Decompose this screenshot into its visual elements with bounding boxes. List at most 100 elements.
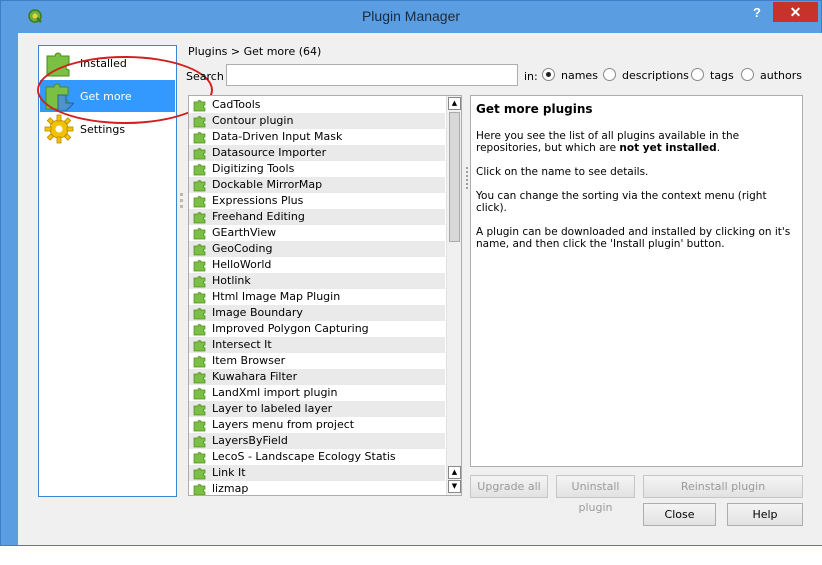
- plugin-name: Freehand Editing: [212, 210, 305, 223]
- plugin-name: Html Image Map Plugin: [212, 290, 341, 303]
- plugin-list-scrollbar[interactable]: ▲ ▲ ▼: [446, 96, 461, 495]
- details-title: Get more plugins: [476, 102, 593, 116]
- puzzle-icon: [193, 196, 206, 208]
- details-bold-text: not yet installed: [619, 142, 717, 154]
- plugin-list-item[interactable]: Improved Polygon Capturing: [189, 321, 445, 337]
- plugin-list-item[interactable]: Expressions Plus: [189, 193, 445, 209]
- plugin-list-item[interactable]: CadTools: [189, 97, 445, 113]
- plugin-list-item[interactable]: lizmap: [189, 481, 445, 495]
- reinstall-plugin-button[interactable]: Reinstall plugin: [643, 475, 803, 498]
- search-in-label: in:: [524, 70, 538, 83]
- plugin-list-item[interactable]: LandXml import plugin: [189, 385, 445, 401]
- breadcrumb: Plugins > Get more (64): [188, 45, 322, 58]
- puzzle-icon: [193, 324, 206, 336]
- puzzle-icon: [193, 244, 206, 256]
- plugin-name: Improved Polygon Capturing: [212, 322, 369, 335]
- details-paragraph-1: Here you see the list of all plugins ava…: [476, 130, 797, 154]
- puzzle-icon: [193, 308, 206, 320]
- radio-label-tags: tags: [710, 69, 734, 82]
- plugin-list-item[interactable]: Kuwahara Filter: [189, 369, 445, 385]
- plugin-list-item[interactable]: Link It: [189, 465, 445, 481]
- plugin-name: CadTools: [212, 98, 261, 111]
- puzzle-icon: [193, 100, 206, 112]
- window-close-button[interactable]: ✕: [773, 2, 818, 22]
- scroll-up-button[interactable]: ▲: [448, 97, 461, 110]
- plugin-list-item[interactable]: HelloWorld: [189, 257, 445, 273]
- plugin-list-item[interactable]: Layer to labeled layer: [189, 401, 445, 417]
- radio-authors[interactable]: [741, 68, 754, 81]
- plugin-name: Datasource Importer: [212, 146, 327, 159]
- sidebar-item-get-more[interactable]: Get more: [40, 80, 175, 112]
- plugin-list[interactable]: CadTools Contour plugin Data-Driven Input …: [188, 95, 462, 496]
- uninstall-plugin-button[interactable]: Uninstall plugin: [556, 475, 635, 514]
- plugin-list-item[interactable]: Image Boundary: [189, 305, 445, 321]
- radio-label-names: names: [561, 69, 598, 82]
- plugin-list-item[interactable]: Item Browser: [189, 353, 445, 369]
- plugin-manager-window: Plugin Manager ? ✕ Installed Get more Se…: [0, 0, 822, 546]
- sidebar-splitter-grip: [180, 199, 183, 202]
- plugin-list-item[interactable]: Intersect It: [189, 337, 445, 353]
- plugin-list-item[interactable]: Data-Driven Input Mask: [189, 129, 445, 145]
- puzzle-icon: [193, 468, 206, 480]
- puzzle-icon: [193, 148, 206, 160]
- puzzle-icon: [193, 292, 206, 304]
- plugin-details-panel: Get more plugins Here you see the list o…: [470, 95, 803, 467]
- details-paragraph-2: Click on the name to see details.: [476, 166, 649, 178]
- radio-label-descriptions: descriptions: [622, 69, 689, 82]
- sidebar-item-settings[interactable]: Settings: [40, 113, 175, 145]
- puzzle-icon: [193, 420, 206, 432]
- puzzle-icon: [193, 436, 206, 448]
- radio-tags[interactable]: [691, 68, 704, 81]
- plugin-name: Dockable MirrorMap: [212, 178, 323, 191]
- plugin-name: Item Browser: [212, 354, 286, 367]
- plugin-name: HelloWorld: [212, 258, 272, 271]
- puzzle-icon: [193, 132, 206, 144]
- details-paragraph-3: You can change the sorting via the conte…: [476, 190, 767, 214]
- plugin-list-item[interactable]: GeoCoding: [189, 241, 445, 257]
- puzzle-get-more-icon: [45, 83, 74, 111]
- plugin-list-item[interactable]: LayersByField: [189, 433, 445, 449]
- puzzle-icon: [193, 356, 206, 368]
- titlebar-help-button[interactable]: ?: [745, 3, 769, 23]
- search-input[interactable]: [226, 64, 518, 86]
- plugin-name: lizmap: [212, 482, 249, 495]
- plugin-name: Image Boundary: [212, 306, 303, 319]
- scroll-thumb[interactable]: [449, 112, 460, 242]
- plugin-list-item[interactable]: LecoS - Landscape Ecology Statis: [189, 449, 445, 465]
- plugin-list-item[interactable]: Freehand Editing: [189, 209, 445, 225]
- window-title: Plugin Manager: [361, 8, 461, 24]
- help-button[interactable]: Help: [727, 503, 803, 526]
- scroll-down-button[interactable]: ▼: [448, 480, 461, 493]
- plugin-list-item[interactable]: Digitizing Tools: [189, 161, 445, 177]
- plugin-list-item[interactable]: Contour plugin: [189, 113, 445, 129]
- plugin-name: Layer to labeled layer: [212, 402, 333, 415]
- puzzle-icon: [193, 260, 206, 272]
- plugin-list-item[interactable]: Hotlink: [189, 273, 445, 289]
- sidebar-item-installed[interactable]: Installed: [40, 47, 175, 79]
- search-label: Search: [186, 70, 224, 83]
- scroll-up-button-lower[interactable]: ▲: [448, 466, 461, 479]
- puzzle-icon: [193, 404, 206, 416]
- plugin-list-item[interactable]: Datasource Importer: [189, 145, 445, 161]
- plugin-name: Digitizing Tools: [212, 162, 295, 175]
- plugin-list-item[interactable]: Layers menu from project: [189, 417, 445, 433]
- plugin-list-item[interactable]: Dockable MirrorMap: [189, 177, 445, 193]
- plugin-name: GeoCoding: [212, 242, 273, 255]
- sidebar-item-label: Installed: [80, 57, 127, 70]
- plugin-name: Data-Driven Input Mask: [212, 130, 343, 143]
- radio-names[interactable]: [542, 68, 555, 81]
- puzzle-icon: [193, 180, 206, 192]
- plugin-name: GEarthView: [212, 226, 277, 239]
- plugin-name: Link It: [212, 466, 246, 479]
- sidebar-item-label: Settings: [80, 123, 126, 136]
- plugin-list-item[interactable]: GEarthView: [189, 225, 445, 241]
- close-button[interactable]: Close: [643, 503, 716, 526]
- plugin-name: Layers menu from project: [212, 418, 355, 431]
- plugin-name: LayersByField: [212, 434, 288, 447]
- sidebar: Installed Get more Settings: [38, 45, 177, 497]
- plugin-list-item[interactable]: Html Image Map Plugin: [189, 289, 445, 305]
- sidebar-item-label: Get more: [80, 90, 132, 103]
- upgrade-all-button[interactable]: Upgrade all: [470, 475, 548, 498]
- radio-descriptions[interactable]: [603, 68, 616, 81]
- title-bar[interactable]: Plugin Manager ? ✕: [1, 1, 821, 33]
